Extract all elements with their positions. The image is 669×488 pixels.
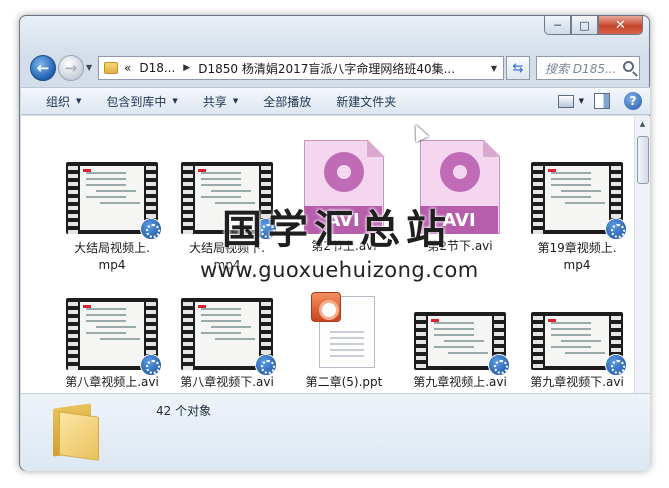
video-thumbnail-icon: [66, 162, 162, 240]
file-name: 第九章视频上.avi: [413, 375, 507, 389]
preview-pane-icon[interactable]: [594, 93, 610, 109]
close-button[interactable]: ✕: [598, 16, 643, 35]
chevron-down-icon[interactable]: ▼: [579, 97, 584, 105]
file-name: 第二章(5).ppt: [305, 375, 383, 389]
watermark-url: www.guoxuehuizong.com: [200, 258, 479, 282]
media-player-badge-icon: [140, 218, 162, 240]
media-player-badge-icon: [605, 354, 627, 376]
search-icon[interactable]: [623, 61, 634, 72]
search-placeholder: 搜索 D185...: [545, 61, 617, 76]
file-item[interactable]: 第九章视频上.avi: [406, 312, 514, 391]
play-all-button[interactable]: 全部播放: [263, 93, 311, 110]
vertical-scrollbar[interactable]: ▲: [634, 116, 650, 393]
new-folder-button[interactable]: 新建文件夹: [336, 93, 396, 110]
media-player-badge-icon: [140, 354, 162, 376]
chevron-down-icon: ▼: [76, 97, 82, 105]
organize-menu[interactable]: 组织 ▼: [46, 93, 81, 110]
media-player-badge-icon: [255, 354, 277, 376]
file-name: 第八章视频下.avi: [180, 375, 274, 389]
chevron-down-icon: ▼: [172, 97, 178, 105]
address-bar[interactable]: « D18... ▶ D1850 杨清娟2017盲派八字命理网络班40集... …: [98, 56, 504, 80]
file-item[interactable]: 第二章(5).ppt: [290, 292, 398, 391]
video-thumbnail-icon: [181, 298, 277, 376]
scroll-up-icon[interactable]: ▲: [635, 116, 650, 132]
details-pane: 42 个对象: [21, 393, 650, 471]
file-item[interactable]: 第八章视频下.avi: [173, 298, 281, 391]
file-item[interactable]: 第九章视频下.avi: [523, 312, 631, 391]
folder-icon: [49, 402, 107, 461]
video-thumbnail-icon: [66, 298, 162, 376]
minimize-button[interactable]: ─: [544, 16, 571, 35]
file-name: 第九章视频下.avi: [530, 375, 624, 389]
arrow-left-icon: ←: [36, 59, 50, 77]
include-in-library-menu[interactable]: 包含到库中 ▼: [106, 93, 177, 110]
video-thumbnail-icon: [414, 312, 510, 376]
video-thumbnail-icon: [531, 312, 627, 376]
chevron-down-icon: ▼: [232, 97, 239, 105]
back-button[interactable]: ←: [30, 55, 56, 81]
toolbar-right-group: ▼ ?: [557, 92, 642, 110]
file-name: 第19章视频上. mp4: [537, 241, 617, 272]
file-item[interactable]: 大结局视频上. mp4: [58, 162, 166, 274]
scrollbar-thumb[interactable]: [637, 136, 649, 184]
share-menu[interactable]: 共享 ▼: [203, 93, 238, 110]
change-view-icon[interactable]: [557, 94, 574, 108]
chevron-down-icon[interactable]: ▼: [491, 64, 497, 73]
share-label: 共享: [202, 94, 227, 109]
recent-pages-dropdown[interactable]: ▼: [86, 63, 92, 72]
file-name: 大结局视频上. mp4: [74, 241, 150, 272]
folder-icon: [104, 62, 118, 74]
item-count: 42 个对象: [156, 404, 212, 418]
media-player-badge-icon: [488, 354, 510, 376]
search-input[interactable]: 搜索 D185...: [536, 56, 640, 80]
command-bar: 组织 ▼ 包含到库中 ▼ 共享 ▼ 全部播放 新建文件夹 ▼ ?: [21, 87, 650, 115]
include-in-library-label: 包含到库中: [106, 94, 167, 109]
media-player-badge-icon: [605, 218, 627, 240]
refresh-icon: ⇆: [512, 60, 524, 76]
file-item[interactable]: 第八章视频上.avi: [58, 298, 166, 391]
file-name: 第八章视频上.avi: [65, 375, 159, 389]
organize-label: 组织: [46, 94, 71, 109]
powerpoint-file-icon: [311, 292, 377, 370]
video-thumbnail-icon: [531, 162, 627, 240]
breadcrumb-overflow[interactable]: «: [124, 61, 131, 75]
navigation-bar: ← → ▼ « D18... ▶ D1850 杨清娟2017盲派八字命理网络班4…: [28, 54, 642, 82]
breadcrumb-item-current[interactable]: D1850 杨清娟2017盲派八字命理网络班40集...: [198, 60, 455, 77]
breadcrumb-item-parent[interactable]: D18...: [139, 61, 175, 75]
refresh-button[interactable]: ⇆: [506, 56, 530, 80]
watermark-title: 国学汇总站: [222, 207, 452, 253]
maximize-button[interactable]: □: [571, 16, 598, 35]
file-item[interactable]: 第19章视频上. mp4: [523, 162, 631, 274]
chevron-right-icon[interactable]: ▶: [183, 63, 190, 73]
window-controls: ─ □ ✕: [544, 16, 643, 35]
play-all-label: 全部播放: [263, 94, 312, 109]
arrow-right-icon: →: [64, 59, 78, 77]
new-folder-label: 新建文件夹: [336, 94, 397, 109]
help-icon[interactable]: ?: [624, 92, 642, 110]
forward-button[interactable]: →: [58, 55, 84, 81]
